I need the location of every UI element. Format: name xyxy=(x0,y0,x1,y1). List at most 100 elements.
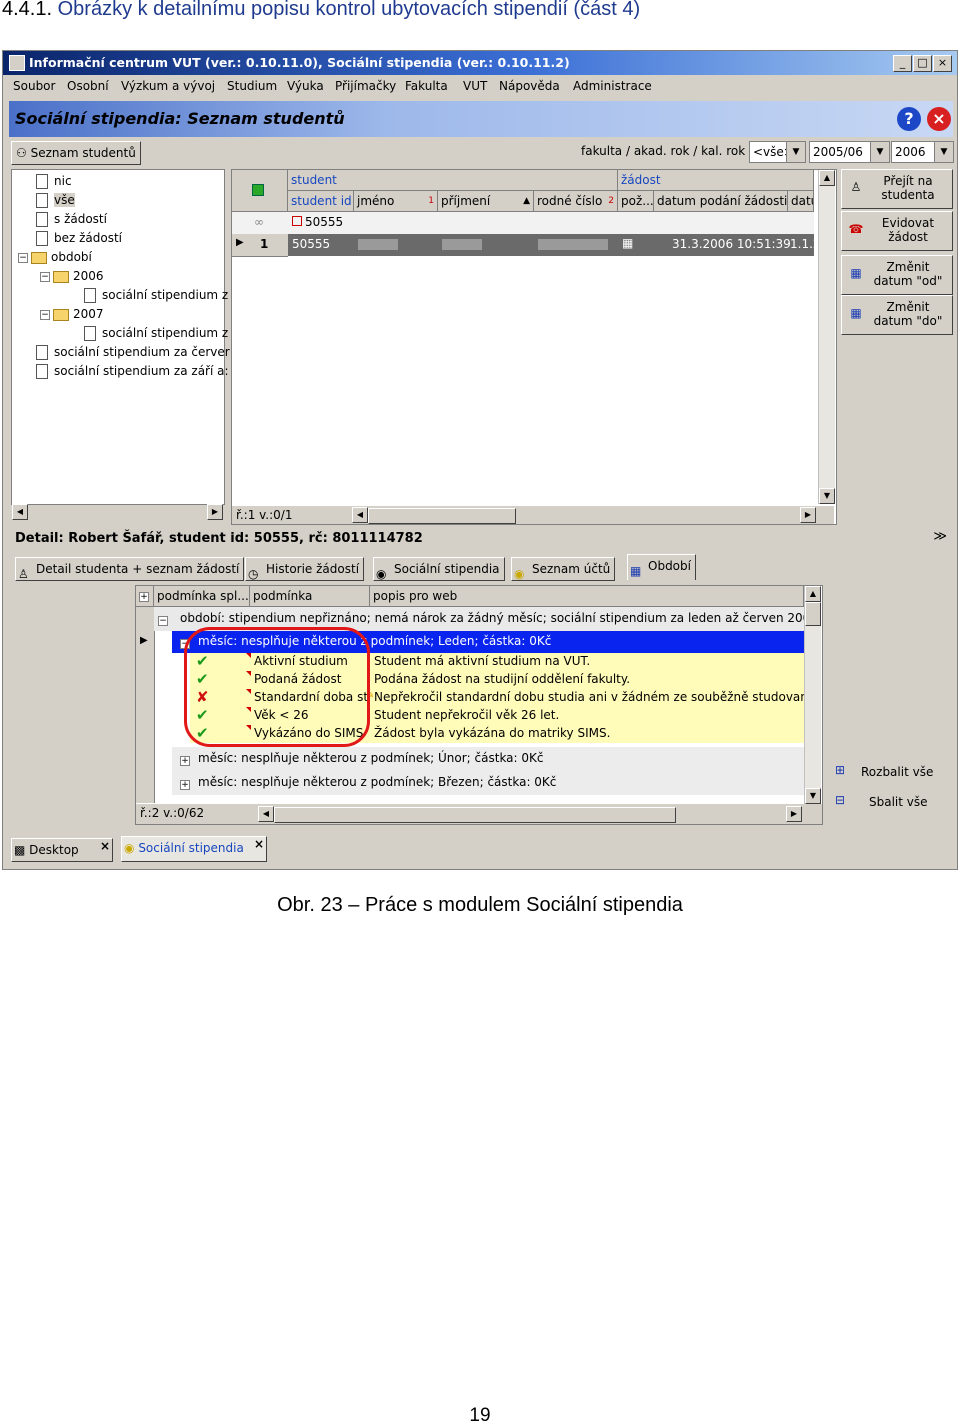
scroll-right-arrow[interactable]: ▶ xyxy=(786,806,802,822)
menu-administrace[interactable]: Administrace xyxy=(573,79,652,93)
collapse-all-button[interactable]: ⊟ Sbalit vše xyxy=(833,793,953,813)
go-to-student-button[interactable]: ♙ Přejít na studenta xyxy=(841,169,953,209)
menu-napoveda[interactable]: Nápověda xyxy=(499,79,560,93)
tree-item-s-zadosti[interactable]: s žádostí xyxy=(36,212,107,227)
tree-item-obdobi[interactable]: − období xyxy=(18,250,92,264)
faculty-select[interactable]: <vše> ▼ xyxy=(749,141,806,163)
col-student-id[interactable]: student id xyxy=(288,191,354,212)
scroll-up-arrow[interactable]: ▲ xyxy=(805,586,821,602)
scroll-left-arrow[interactable]: ◀ xyxy=(352,507,368,523)
menu-osobni[interactable]: Osobní xyxy=(67,79,109,93)
academic-year-select[interactable]: 2005/06 ▼ xyxy=(809,141,890,163)
menu-vyuka[interactable]: Výuka xyxy=(287,79,324,93)
tab-historie-zadosti[interactable]: ◷ Historie žádostí xyxy=(245,557,365,581)
taskbar-item-socialni-stipendia[interactable]: ◉ Sociální stipendia × xyxy=(121,836,267,862)
grid-status: ř.:1 v.:0/1 xyxy=(236,508,293,522)
menu-vyzkum[interactable]: Výzkum a vývoj xyxy=(121,79,215,93)
condition-description: Student má aktivní studium na VUT. xyxy=(374,654,591,668)
tree-item-2007[interactable]: −2007 xyxy=(40,307,104,321)
filter-toggle-icon[interactable] xyxy=(252,184,264,196)
tree-item-stipendium-2006[interactable]: sociální stipendium z xyxy=(84,288,228,303)
scroll-left-arrow[interactable]: ◀ xyxy=(12,504,28,520)
scroll-down-arrow[interactable]: ▼ xyxy=(819,488,835,504)
app-window: Informační centrum VUT (ver.: 0.10.11.0)… xyxy=(2,50,958,870)
tab-obdobi-label: Období xyxy=(648,559,691,573)
sort-mark-1: 1 xyxy=(428,196,434,206)
menu-bar: Soubor Osobní Výzkum a vývoj Studium Výu… xyxy=(3,76,957,98)
expand-all-button[interactable]: ⊞ Rozbalit vše xyxy=(833,763,953,783)
col-podminka[interactable]: podmínka xyxy=(250,586,370,607)
scroll-up-arrow[interactable]: ▲ xyxy=(819,170,835,186)
scroll-right-arrow[interactable]: ▶ xyxy=(207,504,223,520)
tree-item-vse[interactable]: vše xyxy=(36,193,75,208)
scroll-thumb[interactable] xyxy=(368,508,516,524)
close-window-button[interactable]: × xyxy=(933,55,952,72)
taskbar-item-desktop[interactable]: ▩ Desktop × xyxy=(11,838,113,862)
row-date-2: 1.1.2 xyxy=(790,237,821,251)
menu-prijimacky[interactable]: Přijímačky xyxy=(335,79,396,93)
collapse-detail-icon[interactable]: ≫ xyxy=(933,529,947,544)
section-number: 4.4.1. xyxy=(2,0,53,20)
month-row-unor[interactable]: + měsíc: nesplňuje některou z podmínek; … xyxy=(172,747,804,771)
scroll-thumb[interactable] xyxy=(274,807,676,823)
close-module-icon[interactable]: × xyxy=(927,107,951,131)
menu-vut[interactable]: VUT xyxy=(463,79,487,93)
row-indicator: ▶ 1 xyxy=(232,234,288,257)
expand-all-toggle[interactable]: + xyxy=(136,586,154,607)
col-pozadavek[interactable]: pož... xyxy=(618,191,654,212)
col-datu[interactable]: datu xyxy=(788,191,814,212)
col-rodne-cislo[interactable]: rodné číslo 2 xyxy=(534,191,618,212)
col-prijmeni[interactable]: příjmení ▲ xyxy=(438,191,534,212)
tree-item-stipendium-zari[interactable]: sociální stipendium za září a: xyxy=(36,364,229,379)
col-popis-pro-web[interactable]: popis pro web xyxy=(370,586,804,607)
calendar-icon: ▦ xyxy=(630,563,642,578)
tree-item-stipendium-2007[interactable]: sociální stipendium z xyxy=(84,326,228,341)
tree-item-stipendium-cerven[interactable]: sociální stipendium za červer xyxy=(36,345,230,360)
expand-icon[interactable]: + xyxy=(180,779,190,790)
col-podminka-splnena[interactable]: podmínka spl... xyxy=(154,586,250,607)
figure-caption: Obr. 23 – Práce s modulem Sociální stipe… xyxy=(277,894,683,916)
collapse-icon[interactable]: − xyxy=(158,615,168,626)
sort-arrow-icon: ▲ xyxy=(523,196,530,206)
sort-mark-2: 2 xyxy=(608,196,614,206)
menu-soubor[interactable]: Soubor xyxy=(13,79,55,93)
tree-item-nic[interactable]: nic xyxy=(36,174,72,189)
tab-seznam-studentu[interactable]: ⚇ Seznam studentů xyxy=(11,141,141,165)
change-date-to-button[interactable]: ▦ Změnit datum "do" xyxy=(841,295,953,335)
filter-student-id[interactable]: 50555 xyxy=(292,215,343,229)
tab-seznam-uctu-label: Seznam účtů xyxy=(532,562,611,576)
tab-obdobi[interactable]: ▦ Období xyxy=(627,554,696,580)
menu-studium[interactable]: Studium xyxy=(227,79,277,93)
tab-seznam-uctu[interactable]: ◉ Seznam účtů xyxy=(511,557,616,581)
scroll-left-arrow[interactable]: ◀ xyxy=(258,806,274,822)
close-icon[interactable]: × xyxy=(254,833,264,855)
tab-detail-studenta[interactable]: ♙ Detail studenta + seznam žádostí xyxy=(15,557,245,581)
maximize-button[interactable]: □ xyxy=(913,55,932,72)
minimize-button[interactable]: _ xyxy=(893,55,912,72)
highlight-circle xyxy=(184,627,370,747)
close-icon[interactable]: × xyxy=(100,835,110,857)
clock-icon: ◷ xyxy=(248,566,259,581)
col-datum-podani[interactable]: datum podání žádosti xyxy=(654,191,788,212)
collapse-tree-icon: ⊟ xyxy=(835,793,846,807)
change-date-from-button[interactable]: ▦ Změnit datum "od" xyxy=(841,255,953,295)
vertical-scrollbar[interactable]: ▲ ▼ xyxy=(818,170,835,504)
scroll-right-arrow[interactable]: ▶ xyxy=(800,507,816,523)
vertical-scrollbar[interactable]: ▲ ▼ xyxy=(804,586,821,804)
coins-icon: ◉ xyxy=(124,841,135,855)
scroll-down-arrow[interactable]: ▼ xyxy=(805,788,821,804)
table-row[interactable]: 50555 ▦ 31.3.2006 10:51:39 1.1.2 xyxy=(288,234,821,256)
tree-item-2006[interactable]: −2006 xyxy=(40,269,104,283)
tree-item-bez-zadosti[interactable]: bez žádostí xyxy=(36,231,122,246)
month-row-brezen[interactable]: + měsíc: nesplňuje některou z podmínek; … xyxy=(172,771,804,795)
window-titlebar: Informační centrum VUT (ver.: 0.10.11.0)… xyxy=(3,51,957,75)
tab-socialni-stipendia[interactable]: ◉ Sociální stipendia xyxy=(373,557,505,581)
calendar-year-select[interactable]: 2006 ▼ xyxy=(891,141,954,163)
menu-fakulta[interactable]: Fakulta xyxy=(405,79,448,93)
filter-tree: nic vše s žádostí bez žádostí − období −2… xyxy=(11,169,230,520)
record-request-button[interactable]: ☎ Evidovat žádost xyxy=(841,211,953,251)
col-jmeno[interactable]: jméno 1 xyxy=(354,191,438,212)
help-icon[interactable]: ? xyxy=(897,107,921,131)
expand-icon[interactable]: + xyxy=(180,755,190,766)
scroll-thumb[interactable] xyxy=(805,602,821,626)
